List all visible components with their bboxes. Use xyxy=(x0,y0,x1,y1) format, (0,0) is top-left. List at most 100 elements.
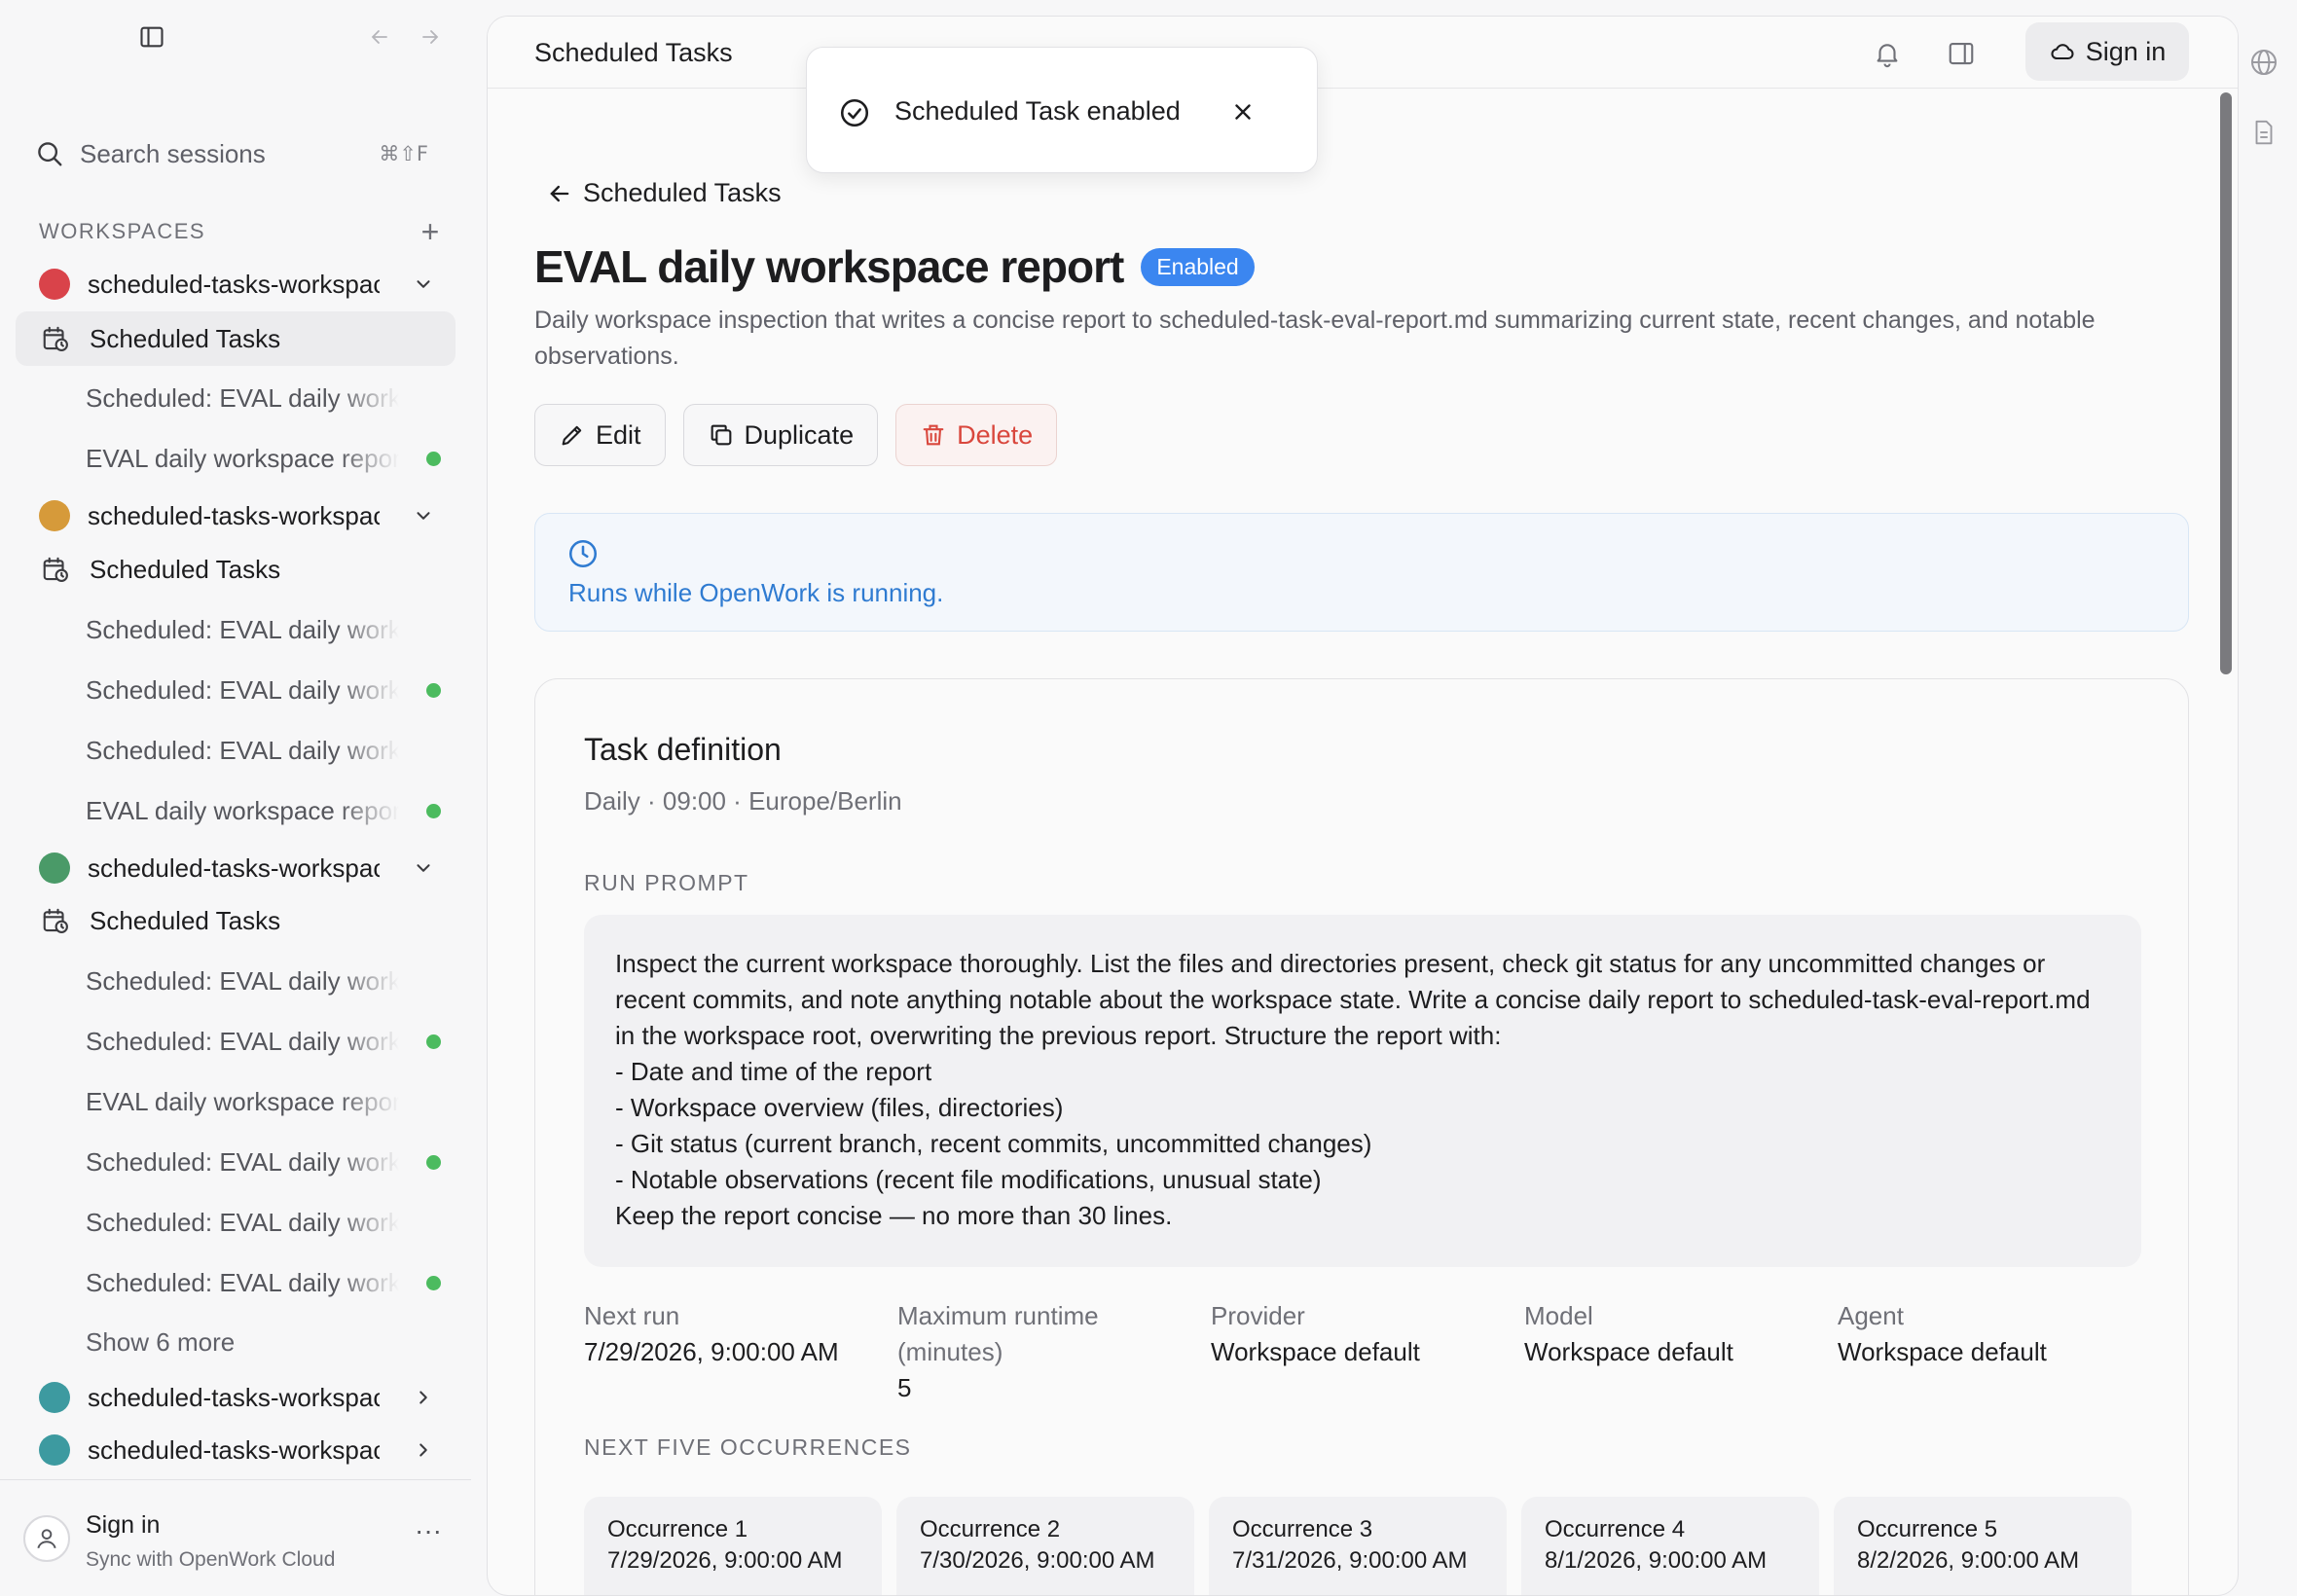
occurrence-label: Occurrence 2 xyxy=(920,1516,1061,1542)
workspaces-header: WORKSPACES + xyxy=(39,214,448,249)
bell-icon[interactable] xyxy=(1866,32,1909,75)
occurrence-card: Occurrence 2 7/30/2026, 9:00:00 AM xyxy=(896,1497,1194,1595)
back-label: Scheduled Tasks xyxy=(583,178,782,207)
occurrence-label: Occurrence 5 xyxy=(1857,1516,1998,1542)
session-item[interactable]: Scheduled: EVAL daily workspace report xyxy=(16,1195,456,1250)
calendar-clock-icon xyxy=(39,553,72,586)
footer-sign-in[interactable]: Sign in xyxy=(86,1511,160,1540)
task-field: Agent Workspace default xyxy=(1838,1298,2120,1370)
search-icon xyxy=(35,139,64,168)
session-item[interactable]: Scheduled: EVAL daily workspace report xyxy=(16,1255,456,1310)
more-options-icon[interactable]: ··· xyxy=(409,1517,448,1556)
nav-item-label: Scheduled: EVAL daily workspace report xyxy=(86,735,399,765)
user-icon xyxy=(23,1515,70,1562)
action-bar: Edit Duplicate Delete xyxy=(534,404,1058,466)
edit-button[interactable]: Edit xyxy=(534,404,666,466)
session-item[interactable]: Scheduled: EVAL daily workspace report xyxy=(16,1135,456,1189)
session-item[interactable]: Scheduled: EVAL daily workspace report xyxy=(16,723,456,778)
sign-in-label: Sign in xyxy=(2085,36,2167,66)
occurrence-value: 7/29/2026, 9:00:00 AM xyxy=(607,1547,843,1574)
field-label: Provider xyxy=(1211,1301,1305,1330)
occurrence-card: Occurrence 1 7/29/2026, 9:00:00 AM xyxy=(584,1497,882,1595)
session-item[interactable]: EVAL daily workspace report xyxy=(16,783,456,838)
nav-item-label: EVAL daily workspace report xyxy=(86,443,399,473)
workspace-item[interactable]: scheduled-tasks-workspace xyxy=(16,257,456,311)
field-value: 7/29/2026, 9:00:00 AM xyxy=(584,1337,839,1366)
nav-item-label: scheduled-tasks-workspace xyxy=(88,269,380,299)
occurrence-value: 7/31/2026, 9:00:00 AM xyxy=(1232,1547,1468,1574)
scheduled-tasks-item[interactable]: Scheduled Tasks xyxy=(16,311,456,366)
session-status-dot xyxy=(426,451,441,466)
session-item[interactable]: Scheduled: EVAL daily workspace report xyxy=(16,1014,456,1069)
session-item[interactable]: EVAL daily workspace report xyxy=(16,1074,456,1129)
session-item[interactable]: EVAL daily workspace report xyxy=(16,431,456,486)
field-value: Workspace default xyxy=(1524,1337,1733,1366)
duplicate-button[interactable]: Duplicate xyxy=(682,404,879,466)
edit-label: Edit xyxy=(596,419,641,450)
arrow-left-icon xyxy=(546,180,573,207)
forward-arrow-icon[interactable] xyxy=(413,19,448,54)
document-icon[interactable] xyxy=(2246,115,2281,150)
globe-icon[interactable] xyxy=(2246,45,2281,80)
chevron-down-icon[interactable] xyxy=(409,501,438,530)
workspace-item[interactable]: scheduled-tasks-workspace xyxy=(16,841,456,895)
clock-icon xyxy=(566,537,600,570)
schedule-summary: Daily · 09:00 · Europe/Berlin xyxy=(584,786,902,816)
back-arrow-icon[interactable] xyxy=(362,19,397,54)
copy-icon xyxy=(708,421,735,449)
delete-button[interactable]: Delete xyxy=(895,404,1058,466)
nav-item-label: Show 6 more xyxy=(86,1326,236,1357)
main-panel: Scheduled Tasks Sign in Scheduled Tasks … xyxy=(487,16,2239,1596)
workspace-item[interactable]: scheduled-tasks-workspace xyxy=(16,489,456,543)
session-item[interactable]: Scheduled: EVAL daily workspace report xyxy=(16,371,456,425)
top-bar: Scheduled Tasks Sign in xyxy=(488,17,2238,89)
session-item[interactable]: Scheduled: EVAL daily workspace report xyxy=(16,663,456,717)
occurrences-label: NEXT FIVE OCCURRENCES xyxy=(584,1434,912,1460)
scheduled-tasks-item[interactable]: Scheduled Tasks xyxy=(16,893,456,948)
back-to-tasks-link[interactable]: Scheduled Tasks xyxy=(546,178,782,208)
session-status-dot xyxy=(426,682,441,698)
field-label: Model xyxy=(1524,1301,1593,1330)
scheduled-tasks-item[interactable]: Scheduled Tasks xyxy=(16,542,456,597)
nav-item-label: Scheduled Tasks xyxy=(90,554,281,584)
topbar-title: Scheduled Tasks xyxy=(534,38,733,67)
add-workspace-icon[interactable]: + xyxy=(413,216,448,247)
calendar-clock-icon xyxy=(39,322,72,355)
chevron-down-icon[interactable] xyxy=(409,270,438,299)
workspace-item[interactable]: scheduled-tasks-workspace xyxy=(16,1370,456,1425)
task-definition-card: Task definition Daily · 09:00 · Europe/B… xyxy=(534,678,2189,1595)
check-circle-icon xyxy=(838,96,871,129)
calendar-clock-icon xyxy=(39,904,72,937)
workspace-item[interactable]: scheduled-tasks-workspace xyxy=(16,1423,456,1477)
nav-item-label: Scheduled: EVAL daily workspace report xyxy=(86,382,399,413)
session-item[interactable]: Scheduled: EVAL daily workspace report xyxy=(16,954,456,1008)
nav-item-label: Scheduled: EVAL daily workspace report xyxy=(86,1267,399,1297)
scrollbar-thumb[interactable] xyxy=(2220,92,2232,674)
card-title: Task definition xyxy=(584,732,782,767)
chevron-right-icon[interactable] xyxy=(409,1383,438,1412)
workspace-color-dot xyxy=(39,1382,70,1413)
sign-in-button[interactable]: Sign in xyxy=(2025,22,2189,81)
nav-item-label: scheduled-tasks-workspace xyxy=(88,852,380,883)
sidebar: Search sessions ⌘⇧F WORKSPACES + schedul… xyxy=(0,0,471,1596)
nav-item-label: Scheduled: EVAL daily workspace report xyxy=(86,1146,399,1177)
run-prompt-label: RUN PROMPT xyxy=(584,870,749,895)
show-more-link[interactable]: Show 6 more xyxy=(16,1315,456,1369)
sidebar-footer[interactable]: Sign in Sync with OpenWork Cloud ··· xyxy=(0,1479,471,1596)
session-status-dot xyxy=(426,803,441,818)
occurrence-card: Occurrence 5 8/2/2026, 9:00:00 AM xyxy=(1834,1497,2132,1595)
task-field: Next run 7/29/2026, 9:00:00 AM xyxy=(584,1298,866,1370)
search-sessions[interactable]: Search sessions ⌘⇧F xyxy=(35,130,444,177)
sidebar-toolbar xyxy=(0,0,471,74)
session-item[interactable]: Scheduled: EVAL daily workspace report xyxy=(16,602,456,657)
sidebar-toggle-icon[interactable] xyxy=(134,19,169,54)
run-info-text: Runs while OpenWork is running. xyxy=(568,578,944,607)
workspaces-label: WORKSPACES xyxy=(39,219,206,243)
close-icon[interactable] xyxy=(1225,94,1260,129)
chevron-down-icon[interactable] xyxy=(409,853,438,883)
chevron-right-icon[interactable] xyxy=(409,1435,438,1465)
nav-item-label: scheduled-tasks-workspace xyxy=(88,500,380,530)
occurrence-label: Occurrence 3 xyxy=(1232,1516,1373,1542)
cloud-icon xyxy=(2049,38,2076,65)
panel-toggle-icon[interactable] xyxy=(1940,32,1983,75)
